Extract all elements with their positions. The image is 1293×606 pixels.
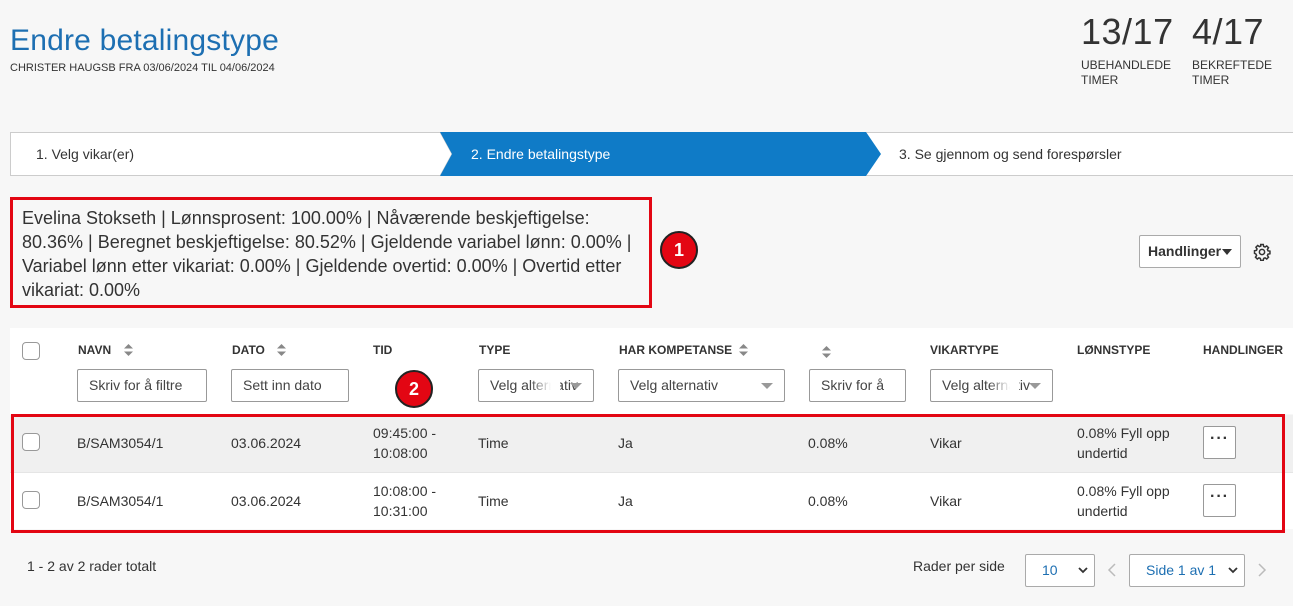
filter-type-placeholder: Velg alternativ	[490, 377, 578, 393]
stat-confirmed-hours: 4/17 BEKREFTEDE TIMER	[1192, 12, 1282, 88]
stat-label: UBEHANDLEDE TIMER	[1081, 58, 1172, 87]
column-header-tid[interactable]: TID	[373, 343, 392, 357]
column-header-vikartype[interactable]: VIKARTYPE	[930, 343, 999, 357]
row-actions-button[interactable]: ···	[1203, 426, 1236, 459]
cell-tid-start: 10:08:00 -	[373, 483, 437, 499]
table-row[interactable]: B/SAM3054/1 03.06.2024 09:45:00 - 10:08:…	[10, 415, 1293, 472]
row-actions-button[interactable]: ···	[1203, 484, 1236, 517]
column-header-har-kompetanse[interactable]: HAR KOMPETANSE	[619, 343, 732, 357]
page-select[interactable]: Side 1 av 1	[1129, 554, 1245, 587]
page-value: Side 1 av 1	[1146, 562, 1217, 578]
filter-har-kompetanse-select[interactable]: Velg alternativ	[618, 369, 785, 402]
cell-tid: 09:45:00 - 10:08:00	[373, 423, 436, 463]
filter-vikartype-select[interactable]: Velg alternativ	[930, 369, 1053, 402]
stat-unprocessed-hours: 13/17 UBEHANDLEDE TIMER	[1081, 12, 1174, 88]
sort-icon[interactable]	[739, 344, 748, 356]
rows-per-page-select[interactable]: 10	[1025, 554, 1095, 587]
employee-info-summary: Evelina Stokseth | Lønnsprosent: 100.00%…	[10, 197, 652, 308]
column-header-navn[interactable]: NAVN	[78, 343, 111, 357]
cell-har-kompetanse: Ja	[618, 493, 633, 509]
cell-dato: 03.06.2024	[231, 493, 302, 509]
cell-lonnstype-line1: 0.08% Fyll opp	[1077, 425, 1170, 441]
chevron-down-icon	[1029, 383, 1041, 389]
chevron-down-icon	[1228, 567, 1238, 574]
filter-pct-input[interactable]: Skriv for å	[809, 369, 906, 402]
chevron-right-icon[interactable]	[1257, 562, 1267, 578]
stat-label: BEKREFTEDE TIMER	[1192, 58, 1273, 87]
column-header-handlinger: HANDLINGER	[1203, 343, 1283, 357]
table-row[interactable]: B/SAM3054/1 03.06.2024 10:08:00 - 10:31:…	[10, 472, 1293, 529]
gear-icon[interactable]	[1253, 243, 1271, 261]
filter-navn-input[interactable]: Skriv for å filtre	[77, 369, 207, 402]
cell-har-kompetanse: Ja	[618, 435, 633, 451]
column-header-dato[interactable]: DATO	[232, 343, 265, 357]
cell-type: Time	[478, 435, 509, 451]
cell-vikartype: Vikar	[930, 493, 962, 509]
cell-lonnstype-line2: undertid	[1077, 445, 1128, 461]
table-header: NAVN DATO TID TYPE HAR KOMPETANSE VIKART…	[10, 328, 1293, 414]
chevron-down-icon	[761, 383, 773, 389]
rows-per-page-label: Rader per side	[913, 558, 1005, 574]
row-checkbox[interactable]	[22, 433, 40, 451]
chevron-down-icon	[1078, 567, 1088, 574]
step-select-substitute[interactable]: 1. Velg vikar(er)	[36, 133, 134, 175]
cell-navn: B/SAM3054/1	[77, 435, 164, 451]
page-title: Endre betalingstype	[10, 24, 279, 57]
filter-vikartype-placeholder: Velg alternativ	[942, 377, 1030, 393]
select-all-checkbox[interactable]	[22, 342, 40, 360]
cell-navn: B/SAM3054/1	[77, 493, 164, 509]
cell-lonnstype-line2: undertid	[1077, 503, 1128, 519]
step-change-payment-type[interactable]: 2. Endre betalingstype	[471, 133, 610, 175]
annotation-marker-2: 2	[395, 370, 433, 408]
filter-dato-input[interactable]: Sett inn dato	[231, 369, 349, 402]
sort-icon[interactable]	[822, 346, 831, 358]
cell-tid-end: 10:08:00	[373, 445, 428, 461]
cell-type: Time	[478, 493, 509, 509]
chevron-down-icon	[570, 383, 582, 389]
cell-tid-start: 09:45:00 -	[373, 425, 437, 441]
cell-lonnstype: 0.08% Fyll opp undertid	[1077, 423, 1170, 463]
chevron-left-icon[interactable]	[1107, 562, 1117, 578]
stat-value: 13/17	[1081, 11, 1174, 52]
caret-down-icon	[1222, 249, 1232, 255]
cell-pct: 0.08%	[808, 493, 848, 509]
cell-lonnstype: 0.08% Fyll opp undertid	[1077, 481, 1170, 521]
rows-total-text: 1 - 2 av 2 rader totalt	[27, 558, 157, 574]
cell-vikartype: Vikar	[930, 435, 962, 451]
cell-dato: 03.06.2024	[231, 435, 302, 451]
actions-dropdown-button[interactable]: Handlinger	[1139, 235, 1241, 268]
cell-lonnstype-line1: 0.08% Fyll opp	[1077, 483, 1170, 499]
rows-per-page-value: 10	[1042, 562, 1058, 578]
cell-tid-end: 10:31:00	[373, 503, 428, 519]
step-review-and-send[interactable]: 3. Se gjennom og send forespørsler	[899, 133, 1122, 175]
wizard-stepper: 1. Velg vikar(er) 2. Endre betalingstype…	[10, 132, 1293, 176]
column-header-type[interactable]: TYPE	[479, 343, 510, 357]
stat-value: 4/17	[1192, 11, 1265, 52]
page-subtitle: CHRISTER HAUGSB FRA 03/06/2024 TIL 04/06…	[10, 62, 275, 74]
annotation-marker-1: 1	[660, 231, 698, 269]
actions-label: Handlinger	[1148, 243, 1222, 259]
sort-icon[interactable]	[277, 344, 286, 356]
sort-icon[interactable]	[124, 344, 133, 356]
cell-pct: 0.08%	[808, 435, 848, 451]
cell-tid: 10:08:00 - 10:31:00	[373, 481, 436, 521]
filter-type-select[interactable]: Velg alternativ	[478, 369, 594, 402]
row-checkbox[interactable]	[22, 491, 40, 509]
column-header-lonnstype[interactable]: LØNNSTYPE	[1077, 343, 1150, 357]
filter-har-kompetanse-placeholder: Velg alternativ	[630, 377, 718, 393]
